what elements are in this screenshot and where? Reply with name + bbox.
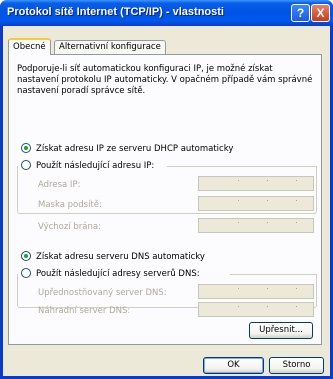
radio-auto-ip-label: Získat adresu IP ze serveru DHCP automat… <box>36 144 234 154</box>
radio-auto-dns[interactable]: Získat adresu serveru DNS automaticky <box>21 251 205 263</box>
window-title: Protokol sítě Internet (TCP/IP) - vlastn… <box>7 6 224 18</box>
description-text: Podporuje-li síť automatickou konfigurac… <box>17 64 313 96</box>
preferred-dns-label: Upřednostňovaný server DNS: <box>38 288 167 298</box>
help-button[interactable]: ? <box>291 4 310 22</box>
default-gateway-label: Výchozí brána: <box>38 222 101 232</box>
default-gateway-field <box>198 218 314 233</box>
tab-general[interactable]: Obecné <box>8 38 51 55</box>
advanced-button[interactable]: Upřesnit... <box>249 322 313 339</box>
radio-auto-dns-label: Získat adresu serveru DNS automaticky <box>36 252 205 262</box>
cancel-button[interactable]: Storno <box>269 357 324 374</box>
radio-auto-dns-indicator[interactable] <box>21 251 31 261</box>
alternate-dns-label: Náhradní server DNS: <box>38 306 131 316</box>
radio-auto-ip-indicator[interactable] <box>21 143 31 153</box>
title-bar[interactable]: Protokol sítě Internet (TCP/IP) - vlastn… <box>0 0 333 26</box>
radio-auto-ip[interactable]: Získat adresu IP ze serveru DHCP automat… <box>21 143 233 155</box>
subnet-mask-label: Maska podsítě: <box>38 200 102 210</box>
alternate-dns-field <box>198 302 314 317</box>
preferred-dns-field <box>198 284 314 299</box>
ip-address-field <box>198 176 314 191</box>
tab-alternate-configuration[interactable]: Alternativní konfigurace <box>54 40 166 54</box>
subnet-mask-field <box>198 196 314 211</box>
ip-address-label: Adresa IP: <box>38 180 81 190</box>
ok-button[interactable]: OK <box>203 357 264 374</box>
close-button[interactable]: X <box>311 4 330 22</box>
